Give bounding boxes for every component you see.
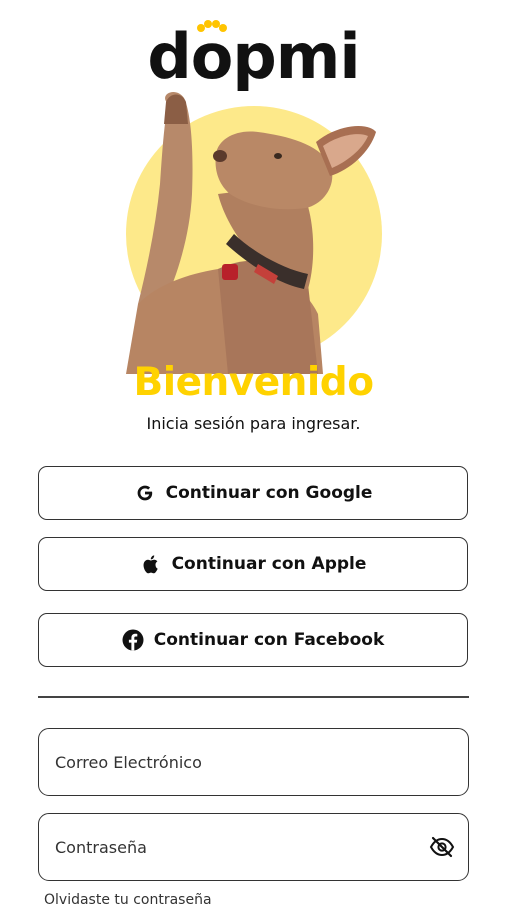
logo-letters-rest: pmi [232,20,360,93]
password-input[interactable] [53,836,428,858]
google-icon [134,482,156,504]
hero-dog-image [126,91,382,374]
welcome-title: Bienvenido [133,360,374,405]
facebook-icon [122,629,144,651]
paw-icon [196,20,227,32]
facebook-button-label: Continuar con Facebook [153,630,385,650]
continue-with-facebook-button[interactable]: Continuar con Facebook [38,613,468,667]
password-field[interactable] [38,813,469,881]
logo-letter-o-paw: o [190,20,233,93]
apple-icon [140,553,162,575]
section-divider [38,696,469,698]
forgot-password-link[interactable]: Olvidaste tu contraseña [44,892,212,908]
logo-letter-d: d [147,20,191,93]
eye-off-icon[interactable] [428,833,456,861]
email-input[interactable] [53,751,456,773]
welcome-subtitle: Inicia sesión para ingresar. [146,414,361,433]
app-logo: d opmi [0,20,507,93]
apple-button-label: Continuar con Apple [171,554,367,574]
google-button-label: Continuar con Google [165,483,373,503]
email-field[interactable] [38,728,469,796]
continue-with-apple-button[interactable]: Continuar con Apple [38,537,468,591]
continue-with-google-button[interactable]: Continuar con Google [38,466,468,520]
